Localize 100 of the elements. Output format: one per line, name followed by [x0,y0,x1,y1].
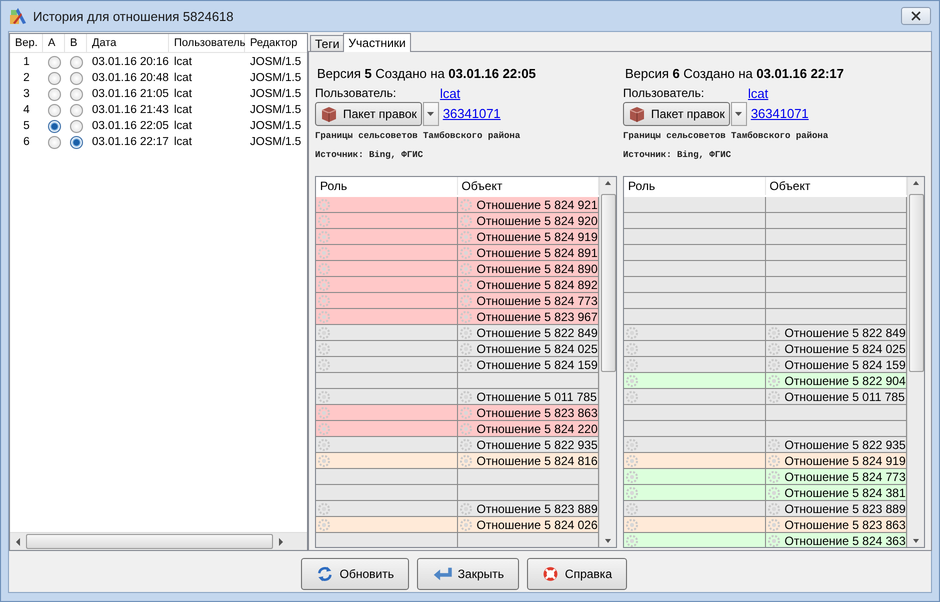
table-row[interactable] [624,293,907,309]
table-cell-text: 03.01.16 22:05 [91,120,169,132]
relation-icon [317,262,331,276]
changeset-link[interactable]: 36341071 [442,106,501,121]
relation-icon [625,374,639,388]
changeset-link[interactable]: 36341071 [750,106,809,121]
table-row[interactable]: Отношение 5 824 381 [624,485,907,501]
table-row[interactable]: Отношение 5 824 220 [316,421,599,437]
table-row[interactable]: Отношение 5 011 785 [316,389,599,405]
radio-button[interactable] [48,104,61,116]
table-row[interactable]: Отношение 5 011 785 [624,389,907,405]
table-row[interactable]: Отношение 5 824 919 [316,229,599,245]
table-row[interactable]: Отношение 5 823 889 [624,501,907,517]
radio-button[interactable] [48,88,61,100]
table-row[interactable] [624,309,907,325]
user-link[interactable]: lcat [440,86,460,100]
table-row[interactable]: Отношение 5 823 863 [624,517,907,533]
table-row[interactable] [316,485,599,501]
relation-icon [458,438,472,452]
tab[interactable]: Теги [310,35,344,51]
object-name: Отношение 5 824 381 [784,486,906,500]
dialog-button[interactable]: Закрыть [417,558,519,590]
column-header[interactable]: Роль [316,177,458,195]
column-header[interactable]: Пользователь [169,34,245,52]
table-row[interactable]: Отношение 5 823 967 [316,309,599,325]
table-row[interactable] [624,229,907,245]
object-name: Отношение 5 824 026 [476,518,598,532]
dialog-button[interactable]: Обновить [301,558,409,590]
close-button[interactable] [901,7,931,25]
relation-icon [458,294,472,308]
table-row[interactable]: Отношение 5 824 025 [624,341,907,357]
table-row[interactable]: Отношение 5 822 849 [624,325,907,341]
table-row[interactable]: Отношение 5 822 935 [624,437,907,453]
table-row[interactable]: Отношение 5 824 773 [624,469,907,485]
table-row[interactable] [624,261,907,277]
table-row[interactable] [316,373,599,389]
table-row[interactable] [624,277,907,293]
object-name: Отношение 5 824 890 [476,262,598,276]
table-row[interactable]: Отношение 5 824 920 [316,213,599,229]
radio-button[interactable] [48,136,61,148]
table-row[interactable] [624,197,907,213]
table-row[interactable]: Отношение 5 824 890 [316,261,599,277]
table-row[interactable] [624,245,907,261]
table-row[interactable]: Отношение 5 823 889 [316,501,599,517]
object-name: Отношение 5 822 935 [784,438,906,452]
table-row[interactable]: Отношение 5 824 159 [316,357,599,373]
vertical-scrollbar[interactable] [599,177,616,547]
table-row[interactable]: Отношение 5 824 892 [316,277,599,293]
table-row[interactable]: Отношение 5 823 863 [316,405,599,421]
column-header[interactable]: Дата [87,34,169,52]
table-row[interactable] [624,421,907,437]
table-row[interactable]: Отношение 5 824 026 [316,517,599,533]
object-name: Отношение 5 823 967 [476,310,598,324]
object-name: Отношение 5 824 773 [784,470,906,484]
object-name: Отношение 5 824 921 [476,198,598,212]
vertical-scrollbar[interactable] [907,177,924,547]
table-row[interactable]: Отношение 5 824 159 [624,357,907,373]
table-row[interactable]: Отношение 5 824 921 [316,197,599,213]
column-header[interactable]: Роль [624,177,766,195]
column-header[interactable]: A [43,34,65,52]
table-row[interactable] [624,405,907,421]
horizontal-scrollbar[interactable] [10,532,307,550]
dropdown-button[interactable] [422,102,439,126]
radio-button[interactable] [70,120,83,132]
relation-icon [317,406,331,420]
column-header[interactable]: Редактор [245,34,307,52]
dropdown-button[interactable] [730,102,747,126]
table-row[interactable]: Отношение 5 824 773 [316,293,599,309]
user-link[interactable]: lcat [748,86,768,100]
table-row[interactable]: Отношение 5 824 891 [316,245,599,261]
radio-button[interactable] [70,56,83,68]
dialog-button[interactable]: Справка [527,558,627,590]
table-row[interactable]: Отношение 5 824 919 [624,453,907,469]
object-name: Отношение 5 824 920 [476,214,598,228]
changeset-button[interactable]: Пакет правок [315,102,422,126]
table-row[interactable]: Отношение 5 824 363 [624,533,907,547]
radio-button[interactable] [70,72,83,84]
radio-button[interactable] [70,104,83,116]
radio-button[interactable] [70,136,83,148]
table-row[interactable]: Отношение 5 824 816 [316,453,599,469]
object-name: Отношение 5 824 159 [784,358,906,372]
table-row[interactable]: Отношение 5 824 025 [316,341,599,357]
table-cell-text: lcat [173,56,193,68]
table-row[interactable] [624,213,907,229]
radio-button[interactable] [48,120,61,132]
column-header[interactable]: Вер. [10,34,43,52]
radio-button[interactable] [70,88,83,100]
tab[interactable]: Участники [343,33,411,52]
table-row[interactable] [316,469,599,485]
caret-icon [426,110,436,116]
table-row[interactable]: Отношение 5 822 904 [624,373,907,389]
radio-button[interactable] [48,56,61,68]
table-cell-text: JOSM/1.5 [249,72,302,84]
caret-icon [734,110,744,116]
table-row[interactable]: Отношение 5 822 849 [316,325,599,341]
relation-icon [458,214,472,228]
table-row[interactable]: Отношение 5 822 935 [316,437,599,453]
changeset-button[interactable]: Пакет правок [623,102,730,126]
radio-button[interactable] [48,72,61,84]
column-header[interactable]: B [65,34,87,52]
